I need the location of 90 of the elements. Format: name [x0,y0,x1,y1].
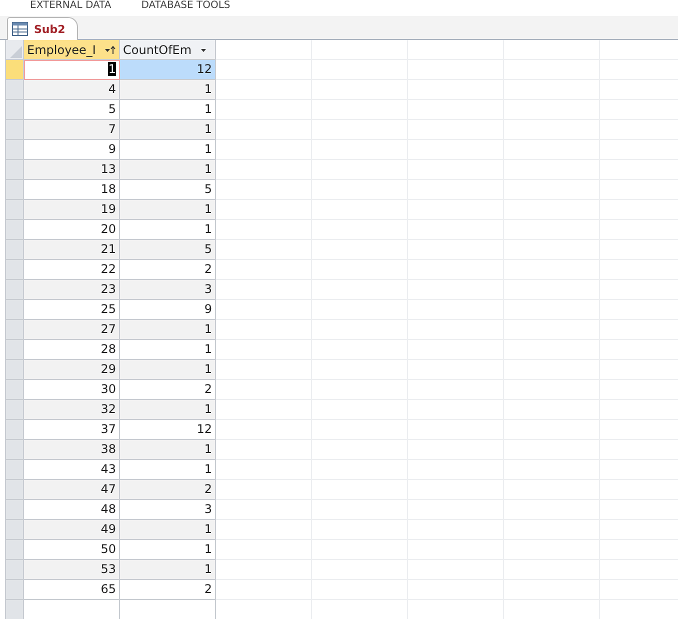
table-cell: 29 [24,360,120,380]
row-selector[interactable] [6,320,24,340]
row-selector[interactable] [6,160,24,180]
row-selector[interactable] [6,540,24,560]
table-cell: 2 [120,580,216,600]
table-cell: 5 [120,240,216,260]
table-cell: 21 [24,240,120,260]
table-cell: 20 [24,220,120,240]
column-header[interactable]: CountOfEm [120,40,216,60]
table-cell: 5 [120,180,216,200]
table-cell: 3 [120,280,216,300]
row-selector[interactable] [6,240,24,260]
row-selector[interactable] [6,100,24,120]
row-selector[interactable] [6,480,24,500]
row-selector[interactable] [6,560,24,580]
table-cell: 38 [24,440,120,460]
table-cell: 12 [120,420,216,440]
table-cell: 13 [24,160,120,180]
table-cell: 43 [24,460,120,480]
table-cell: 53 [24,560,120,580]
row-selector[interactable] [6,460,24,480]
table-cell: 50 [24,540,120,560]
table-cell: 1 [120,140,216,160]
table-cell: 1 [120,120,216,140]
table-cell: 32 [24,400,120,420]
row-selector[interactable] [6,280,24,300]
table-cell: 1 [120,560,216,580]
table-cell: 1 [24,60,120,80]
row-selector[interactable] [6,400,24,420]
table-cell: 9 [24,140,120,160]
table-cell: 1 [120,540,216,560]
row-selector[interactable] [6,60,24,80]
table-cell: 30 [24,380,120,400]
new-row-selector[interactable] [6,600,24,619]
row-selector[interactable] [6,220,24,240]
row-selector[interactable] [6,80,24,100]
table-cell: 1 [120,520,216,540]
table-cell: 3 [120,500,216,520]
table-cell: 1 [120,320,216,340]
row-selector[interactable] [6,380,24,400]
table-cell: 48 [24,500,120,520]
table-cell: 19 [24,200,120,220]
table-cell: 22 [24,260,120,280]
table-cell: 1 [120,440,216,460]
row-selector[interactable] [6,580,24,600]
table-cell: 23 [24,280,120,300]
table-cell: 1 [120,100,216,120]
table-cell: 1 [120,200,216,220]
table-cell: 1 [120,160,216,180]
row-selector[interactable] [6,440,24,460]
table-cell: 18 [24,180,120,200]
ribbon-tab[interactable]: EXTERNAL DATA [30,0,112,16]
table-cell: 2 [120,380,216,400]
row-selector[interactable] [6,420,24,440]
row-selector[interactable] [6,520,24,540]
table-cell: 37 [24,420,120,440]
select-all-corner[interactable] [6,40,24,60]
table-cell: 1 [120,360,216,380]
row-selector[interactable] [6,140,24,160]
table-cell: 1 [120,400,216,420]
table-cell: 25 [24,300,120,320]
row-selector[interactable] [6,300,24,320]
row-selector[interactable] [6,260,24,280]
table-cell: 49 [24,520,120,540]
table-cell: 1 [120,220,216,240]
row-selector[interactable] [6,340,24,360]
table-cell: 2 [120,480,216,500]
table-cell: 27 [24,320,120,340]
table-cell: 4 [24,80,120,100]
row-selector[interactable] [6,200,24,220]
row-selector[interactable] [6,500,24,520]
sort-dropdown-icon[interactable] [104,44,116,54]
table-cell: 28 [24,340,120,360]
table-cell: 1 [120,460,216,480]
table-cell: 2 [120,260,216,280]
table-cell: 9 [120,300,216,320]
column-header[interactable]: Employee_I [24,40,120,60]
document-tab[interactable]: Sub2 [7,17,78,40]
table-icon [12,22,28,36]
row-selector[interactable] [6,360,24,380]
table-cell: 7 [24,120,120,140]
table-cell: 1 [120,340,216,360]
table-cell: 1 [120,80,216,100]
table-cell: 65 [24,580,120,600]
row-selector[interactable] [6,180,24,200]
table-cell: 5 [24,100,120,120]
table-cell: 12 [120,60,216,80]
row-selector[interactable] [6,120,24,140]
ribbon-tab[interactable]: DATABASE TOOLS [141,0,230,16]
table-cell: 47 [24,480,120,500]
